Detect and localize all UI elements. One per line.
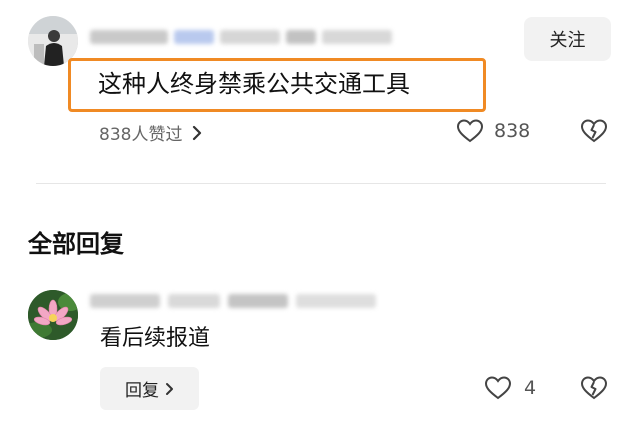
reply-text: 看后续报道	[100, 326, 211, 351]
dislike-heart-icon	[580, 375, 608, 401]
reply-dislike-button[interactable]	[580, 375, 608, 405]
replies-section-title: 全部回复	[28, 230, 124, 258]
chevron-right-icon	[192, 125, 202, 141]
redacted-username	[90, 28, 400, 48]
heart-outline-icon	[484, 375, 512, 401]
heart-outline-icon	[456, 118, 484, 144]
dislike-heart-icon	[580, 118, 608, 144]
likes-summary-link[interactable]: 838人赞过	[99, 120, 202, 145]
likes-summary-label: 838人赞过	[99, 125, 183, 145]
reply-like-count: 4	[524, 377, 537, 399]
comment-dislike-button[interactable]	[580, 118, 608, 148]
reply-button[interactable]: 回复	[100, 367, 199, 410]
replier-avatar[interactable]	[28, 290, 78, 340]
lotus-flower-photo	[28, 290, 78, 340]
chevron-right-icon	[165, 382, 174, 396]
redacted-username	[90, 292, 390, 312]
reply-button-label: 回复	[125, 381, 159, 400]
comment-text: 这种人终身禁乘公共交通工具	[98, 70, 410, 98]
comment-like-button[interactable]: 838	[456, 118, 530, 144]
comment-like-count: 838	[494, 120, 531, 142]
divider	[36, 183, 606, 184]
follow-button[interactable]: 关注	[524, 17, 611, 61]
reply-like-button[interactable]: 4	[484, 375, 536, 401]
